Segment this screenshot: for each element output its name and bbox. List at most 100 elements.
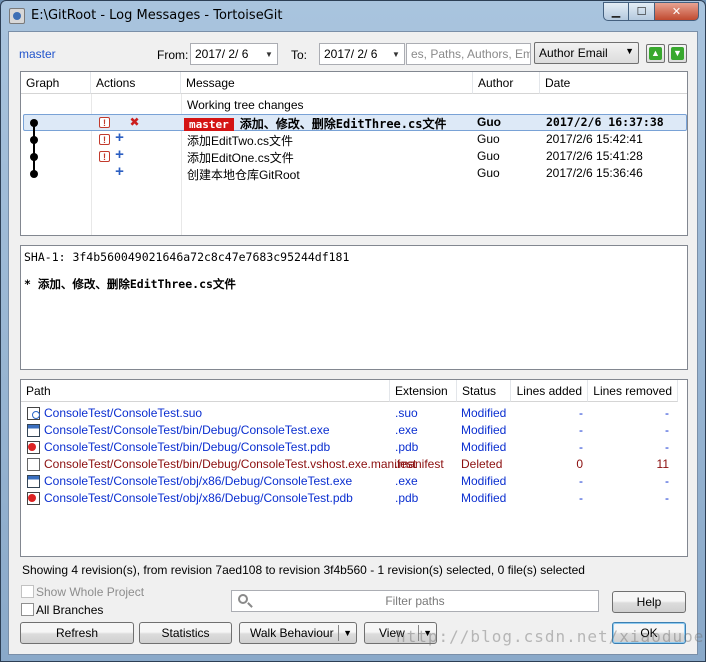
search-icon (238, 594, 248, 604)
revision-message: 添加EditTwo.cs文件 (187, 134, 294, 148)
file-path: ConsoleTest/ConsoleTest/obj/x86/Debug/Co… (44, 474, 353, 488)
working-tree-label: Working tree changes (187, 98, 304, 112)
file-path: ConsoleTest/ConsoleTest.suo (44, 406, 203, 420)
file-path: ConsoleTest/ConsoleTest/bin/Debug/Consol… (44, 440, 331, 454)
working-tree-row[interactable]: Working tree changes (21, 97, 687, 114)
all-branches-checkbox[interactable] (21, 603, 34, 616)
file-row[interactable]: ConsoleTest/ConsoleTest/bin/Debug/Consol… (21, 439, 687, 456)
pdb-file-icon (27, 492, 40, 505)
arrow-down-icon: ▼ (671, 47, 684, 60)
filter-paths-input[interactable]: Filter paths (231, 590, 599, 612)
column-header-graph[interactable]: Graph (21, 72, 91, 94)
file-path: ConsoleTest/ConsoleTest/bin/Debug/Consol… (44, 423, 330, 437)
file-extension: .exe (395, 474, 418, 488)
view-button[interactable]: View ▼ (364, 622, 437, 644)
revision-author: Guo (477, 149, 500, 163)
show-whole-project-checkbox[interactable] (21, 585, 34, 598)
search-field-select[interactable]: Author Email ▼ (534, 42, 639, 64)
dropdown-arrow-icon[interactable]: ▼ (423, 623, 432, 643)
branch-link[interactable]: master (19, 47, 56, 61)
file-extension: .pdb (395, 440, 419, 454)
view-label: View (379, 626, 405, 640)
suo-file-icon (27, 407, 40, 420)
revision-row[interactable]: + 创建本地仓库GitRoot Guo 2017/2/6 15:36:46 (21, 163, 687, 182)
file-row[interactable]: ConsoleTest/ConsoleTest/bin/Debug/Consol… (21, 422, 687, 439)
older-button[interactable]: ▼ (668, 44, 687, 63)
all-branches-label: All Branches (36, 603, 104, 617)
file-row[interactable]: ConsoleTest/ConsoleTest/bin/Debug/Consol… (21, 456, 687, 473)
commit-node-icon (30, 136, 38, 144)
close-button[interactable]: ✕ (655, 2, 699, 21)
column-header-author[interactable]: Author (473, 72, 540, 94)
deleted-action-icon: ✖ (129, 115, 140, 129)
dialog-client: master From: 2017/ 2/ 6 ▼ To: 2017/ 2/ 6… (8, 31, 698, 655)
lines-removed: - (665, 423, 669, 437)
commit-message-pane[interactable]: SHA-1: 3f4b560049021646a72c8c47e7683c952… (20, 245, 688, 370)
column-header-status[interactable]: Status (457, 380, 511, 402)
revision-author: Guo (477, 115, 501, 129)
title-bar[interactable]: E:\GitRoot - Log Messages - TortoiseGit … (1, 1, 705, 31)
chevron-down-icon: ▼ (625, 46, 634, 56)
revision-message: 创建本地仓库GitRoot (187, 168, 300, 182)
file-status: Modified (461, 440, 507, 454)
branch-label-master: master (184, 118, 234, 131)
revision-list[interactable]: Graph Actions Message Author Date Workin… (20, 71, 688, 236)
added-action-icon: + (115, 163, 124, 180)
from-date-value: 2017/ 2/ 6 (195, 47, 249, 61)
column-header-lines-removed[interactable]: Lines removed (588, 380, 678, 402)
help-button[interactable]: Help (612, 591, 686, 613)
added-action-icon: + (115, 146, 124, 163)
commit-node-icon (30, 153, 38, 161)
from-date-picker[interactable]: 2017/ 2/ 6 ▼ (190, 43, 278, 65)
file-status: Deleted (461, 457, 503, 471)
file-row[interactable]: ConsoleTest/ConsoleTest/obj/x86/Debug/Co… (21, 490, 687, 507)
tortoisegit-app-icon[interactable] (9, 8, 25, 24)
modified-action-icon: ! (99, 117, 110, 128)
search-field-value: Author Email (539, 46, 608, 60)
added-action-icon: + (115, 129, 124, 146)
changed-files-list[interactable]: Path Extension Status Lines added Lines … (20, 379, 688, 557)
show-whole-project-label: Show Whole Project (36, 585, 145, 599)
file-status: Modified (461, 474, 507, 488)
ok-button[interactable]: OK (612, 622, 686, 644)
to-date-value: 2017/ 2/ 6 (324, 47, 378, 61)
minimize-button[interactable]: ▁ (603, 2, 629, 21)
maximize-button[interactable]: ☐ (629, 2, 655, 21)
lines-added: - (579, 474, 583, 488)
column-header-actions[interactable]: Actions (91, 72, 181, 94)
file-row[interactable]: ConsoleTest/ConsoleTest/obj/x86/Debug/Co… (21, 473, 687, 490)
column-header-extension[interactable]: Extension (390, 380, 457, 402)
walk-behaviour-button[interactable]: Walk Behaviour ▼ (239, 622, 357, 644)
lines-removed: - (665, 406, 669, 420)
refresh-button[interactable]: Refresh (20, 622, 134, 644)
file-status: Modified (461, 491, 507, 505)
statistics-button[interactable]: Statistics (139, 622, 232, 644)
column-header-path[interactable]: Path (21, 380, 390, 402)
document-file-icon (27, 458, 40, 471)
log-messages-window: E:\GitRoot - Log Messages - TortoiseGit … (0, 0, 706, 662)
modified-action-icon: ! (99, 134, 110, 145)
commit-node-icon (30, 119, 38, 127)
window-controls: ▁ ☐ ✕ (603, 2, 699, 21)
exe-file-icon (27, 475, 40, 488)
close-icon: ✕ (671, 6, 682, 18)
revision-author: Guo (477, 166, 500, 180)
dropdown-arrow-icon[interactable]: ▼ (343, 623, 352, 643)
search-input[interactable]: es, Paths, Authors, Email (406, 43, 531, 65)
to-date-picker[interactable]: 2017/ 2/ 6 ▼ (319, 43, 405, 65)
file-status: Modified (461, 423, 507, 437)
lines-removed: - (665, 491, 669, 505)
column-header-lines-added[interactable]: Lines added (511, 380, 588, 402)
minimize-icon: ▁ (611, 6, 621, 18)
column-header-date[interactable]: Date (540, 72, 687, 94)
file-path: ConsoleTest/ConsoleTest/bin/Debug/Consol… (44, 457, 417, 471)
walk-behaviour-label: Walk Behaviour (250, 626, 334, 640)
newer-button[interactable]: ▲ (646, 44, 665, 63)
revision-message: 添加EditOne.cs文件 (187, 151, 294, 165)
commit-node-icon (30, 170, 38, 178)
exe-file-icon (27, 424, 40, 437)
from-label: From: (157, 48, 189, 62)
lines-added: - (579, 491, 583, 505)
column-header-message[interactable]: Message (181, 72, 473, 94)
file-row[interactable]: ConsoleTest/ConsoleTest.suo .suo Modifie… (21, 405, 687, 422)
